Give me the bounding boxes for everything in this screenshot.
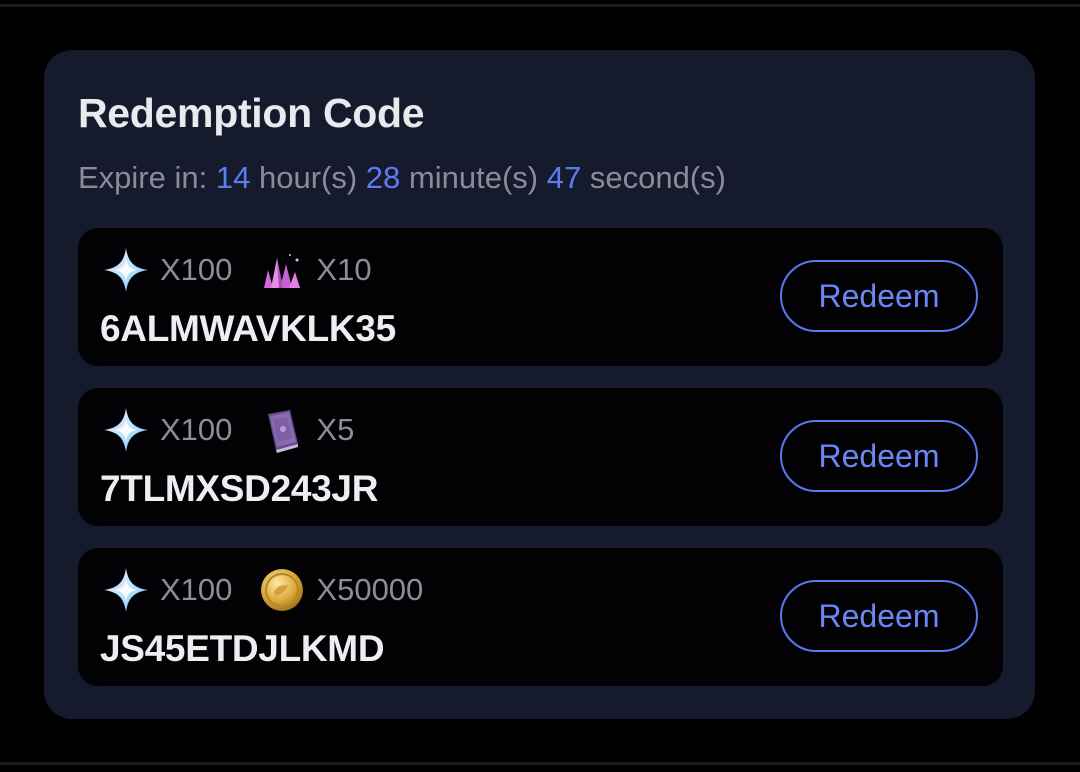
redeem-button[interactable]: Redeem [780, 580, 978, 652]
star-gem-icon [102, 566, 150, 614]
expire-countdown: Expire in: 14 hour(s) 28 minute(s) 47 se… [78, 160, 726, 196]
bottom-divider [0, 762, 1080, 765]
star-gem-icon [102, 406, 150, 454]
app-frame: Redemption Code Expire in: 14 hour(s) 28… [0, 0, 1080, 772]
expire-seconds-unit: second(s) [589, 160, 726, 195]
redemption-code: 6ALMWAVKLK35 [100, 308, 396, 349]
reward-list: X100 [102, 566, 449, 614]
reward-quantity: X100 [160, 252, 233, 287]
book-icon [258, 406, 306, 454]
code-row: X100 [78, 548, 1003, 686]
panel-title: Redemption Code [78, 90, 425, 136]
reward-quantity: X5 [316, 412, 355, 447]
top-divider [0, 4, 1080, 7]
expire-minutes-unit: minute(s) [408, 160, 539, 195]
expire-hours: 14 [215, 160, 251, 195]
reward-quantity: X100 [160, 412, 233, 447]
reward-item: X50000 [258, 566, 423, 614]
expire-seconds: 47 [546, 160, 582, 195]
redeem-button[interactable]: Redeem [780, 260, 978, 332]
reward-item: X5 [258, 406, 354, 454]
redemption-code: JS45ETDJLKMD [100, 628, 385, 669]
reward-item: X100 [102, 406, 232, 454]
code-list: X100 X10 6ALMWAVKLK35 Redeem X100 X5 7TL… [78, 228, 1003, 708]
redeem-button[interactable]: Redeem [780, 420, 978, 492]
reward-quantity: X50000 [316, 572, 424, 607]
reward-item: X100 [102, 566, 232, 614]
gold-coin-icon [258, 566, 306, 614]
reward-item: X100 [102, 246, 232, 294]
code-row: X100 [78, 228, 1003, 366]
reward-quantity: X10 [316, 252, 372, 287]
code-row: X100 X5 7TLMXSD243JR Redeem [78, 388, 1003, 526]
expire-minutes: 28 [365, 160, 401, 195]
reward-list: X100 [102, 246, 398, 294]
reward-list: X100 X5 [102, 406, 380, 454]
star-gem-icon [102, 246, 150, 294]
expire-hours-unit: hour(s) [258, 160, 358, 195]
redemption-code: 7TLMXSD243JR [100, 468, 379, 509]
crystal-cluster-icon [258, 246, 306, 294]
reward-quantity: X100 [160, 572, 233, 607]
redemption-code-panel: Redemption Code Expire in: 14 hour(s) 28… [44, 50, 1035, 719]
expire-label: Expire in: [78, 160, 208, 195]
reward-item: X10 [258, 246, 372, 294]
